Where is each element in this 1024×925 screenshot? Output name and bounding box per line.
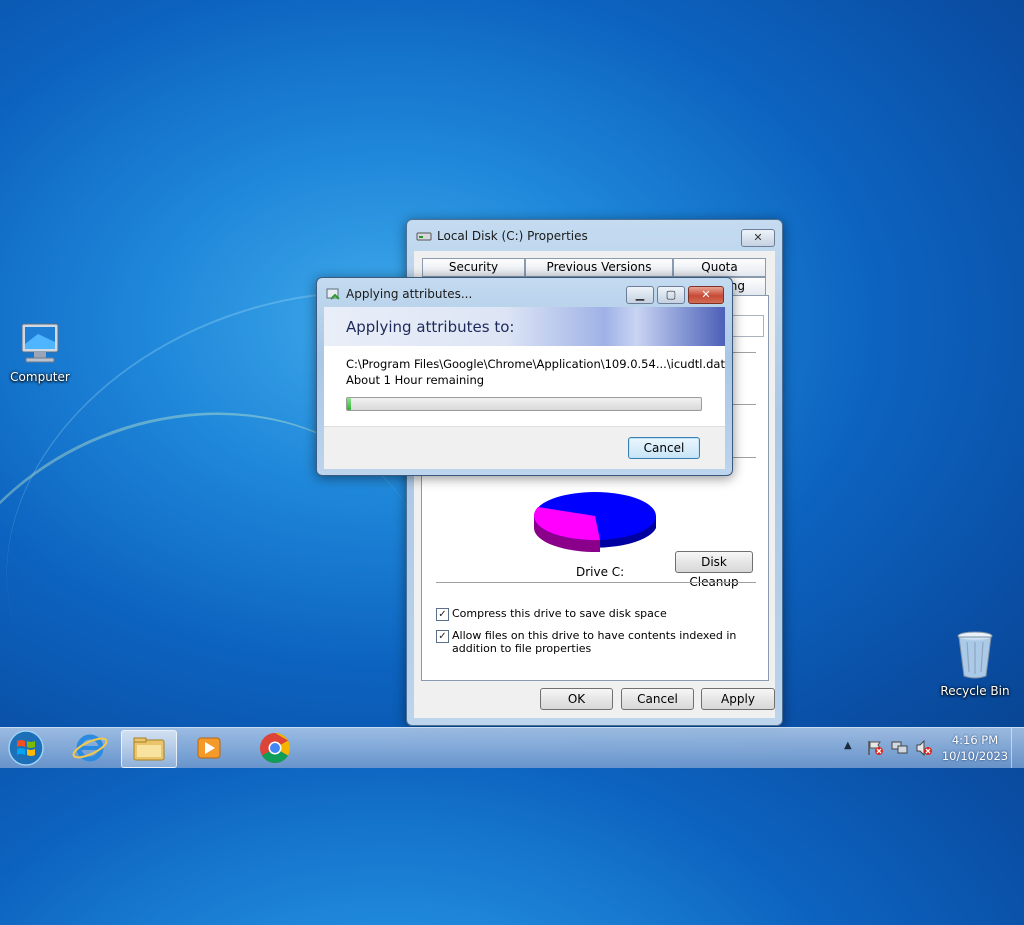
- desktop-icon-computer[interactable]: Computer: [2, 322, 78, 384]
- progress-title: Applying attributes...: [346, 287, 473, 301]
- action-center-flag-icon[interactable]: [866, 740, 884, 756]
- taskbar-internet-explorer[interactable]: [63, 730, 117, 766]
- cancel-button[interactable]: Cancel: [621, 688, 694, 710]
- maximize-icon: ▢: [665, 288, 677, 301]
- progress-header-banner: Applying attributes to:: [324, 307, 725, 346]
- taskbar-media-player[interactable]: [182, 730, 236, 766]
- properties-title: Local Disk (C:) Properties: [437, 229, 588, 243]
- drive-icon: [416, 232, 432, 241]
- progress-close-button[interactable]: ✕: [688, 286, 724, 304]
- progress-header-text: Applying attributes to:: [346, 318, 515, 336]
- progress-bar-fill: [347, 398, 352, 410]
- tab-quota[interactable]: Quota: [673, 258, 766, 277]
- media-player-icon: [197, 737, 221, 759]
- progress-dialog[interactable]: Applying attributes... ▁ ▢ ✕ Applying at…: [316, 277, 733, 476]
- divider: [436, 582, 756, 583]
- windows-logo-icon: [8, 730, 44, 766]
- show-desktop-button[interactable]: [1011, 728, 1024, 768]
- recycle-bin-icon: [957, 631, 993, 679]
- progress-titlebar[interactable]: Applying attributes... ▁ ▢ ✕: [317, 278, 732, 308]
- desktop-icon-recycle-bin[interactable]: Recycle Bin: [937, 630, 1013, 698]
- network-icon[interactable]: [891, 740, 909, 756]
- start-button[interactable]: [4, 729, 48, 767]
- tab-security[interactable]: Security: [422, 258, 525, 277]
- properties-close-button[interactable]: ✕: [741, 229, 775, 247]
- drive-label: Drive C:: [576, 565, 625, 579]
- progress-bar: [346, 397, 702, 411]
- file-explorer-icon: [133, 737, 165, 761]
- index-checkbox[interactable]: ✓: [436, 630, 449, 643]
- chrome-icon: [260, 733, 291, 764]
- maximize-button[interactable]: ▢: [657, 286, 685, 304]
- internet-explorer-icon: [72, 734, 108, 762]
- minimize-icon: ▁: [635, 288, 645, 301]
- progress-cancel-button[interactable]: Cancel: [628, 437, 700, 459]
- apply-button[interactable]: Apply: [701, 688, 775, 710]
- desktop-icon-label: Computer: [10, 370, 70, 384]
- volume-muted-icon[interactable]: [915, 740, 933, 756]
- close-icon: ✕: [753, 231, 763, 244]
- attributes-icon: [326, 288, 340, 300]
- close-icon: ✕: [701, 288, 711, 301]
- index-label: Allow files on this drive to have conten…: [452, 629, 737, 655]
- minimize-button[interactable]: ▁: [626, 286, 654, 304]
- tab-previous-versions[interactable]: Previous Versions: [525, 258, 673, 277]
- ok-button[interactable]: OK: [540, 688, 613, 710]
- compress-label: Compress this drive to save disk space: [452, 607, 667, 620]
- time-remaining: About 1 Hour remaining: [346, 373, 485, 387]
- progress-body: Applying attributes to: C:\Program Files…: [324, 307, 725, 469]
- taskbar: ▲ 4:16 PM 10/10/2023: [0, 727, 1024, 768]
- compress-checkbox[interactable]: ✓: [436, 608, 449, 621]
- disk-usage-pie-chart: [533, 492, 656, 553]
- desktop-icon-label: Recycle Bin: [940, 684, 1010, 698]
- clock[interactable]: 4:16 PM 10/10/2023: [940, 732, 1010, 764]
- computer-icon: [21, 323, 59, 363]
- progress-file-path: C:\Program Files\Google\Chrome\Applicati…: [346, 357, 725, 371]
- disk-cleanup-button[interactable]: Disk Cleanup: [675, 551, 753, 589]
- clock-date: 10/10/2023: [941, 749, 1009, 763]
- taskbar-chrome[interactable]: [248, 730, 302, 766]
- properties-titlebar[interactable]: Local Disk (C:) Properties ✕: [407, 220, 782, 250]
- clock-time: 4:16 PM: [951, 733, 999, 747]
- progress-footer: Cancel: [324, 426, 725, 469]
- show-hidden-icons-icon[interactable]: ▲: [844, 740, 852, 751]
- taskbar-file-explorer[interactable]: [121, 730, 177, 768]
